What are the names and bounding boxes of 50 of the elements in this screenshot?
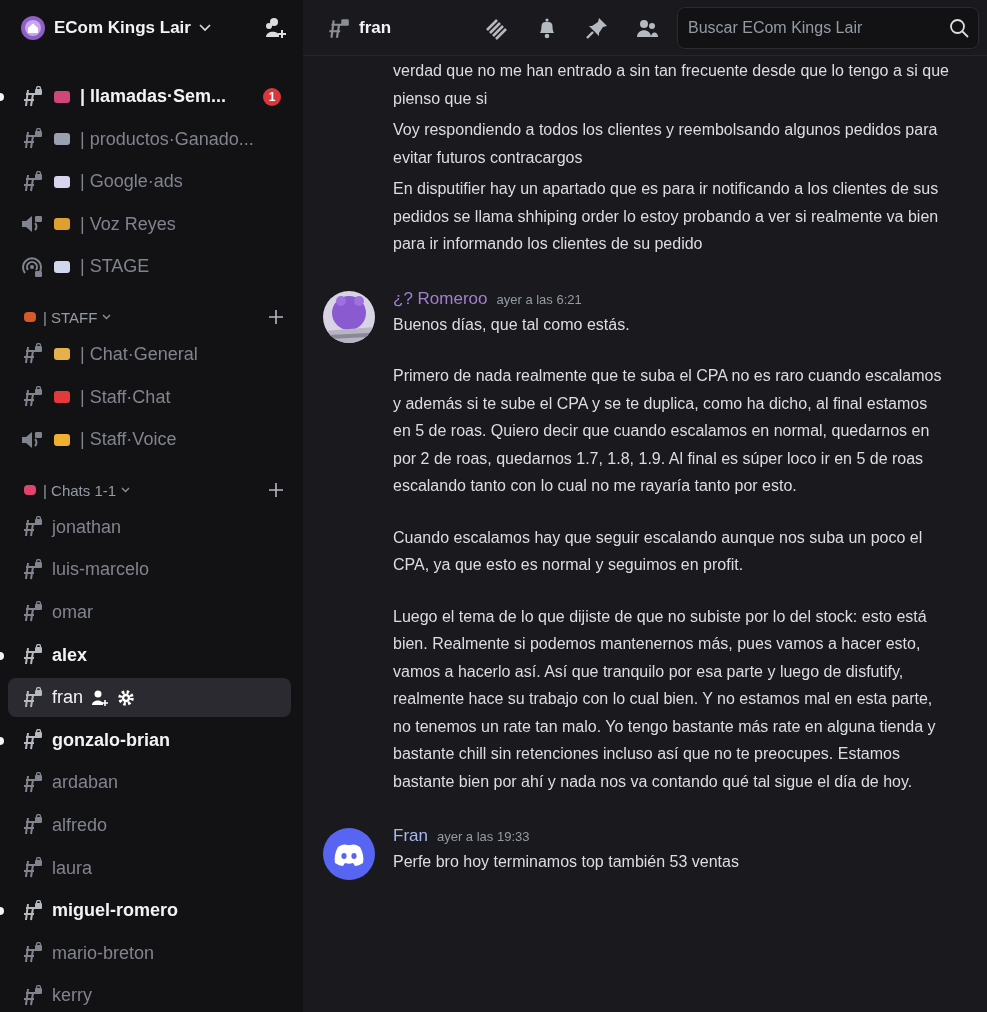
chevron-icon[interactable] [102, 314, 112, 321]
timestamp: ayer a las 6:21 [496, 290, 582, 309]
channel-item[interactable]: | STAGE [8, 247, 291, 287]
channel-item[interactable]: | Google·ads [8, 162, 291, 202]
channel-item[interactable]: kerry [8, 976, 291, 1012]
channel-item[interactable]: | llamadas·Sem... 1 [8, 77, 291, 116]
message-text: Primero de nada realmente que te suba el CPA no es raro cuando escalamos y además si te sube el CPA y se te duplica, como ha dicho, al final estamos en 5 de roas. Quiero decir que cuando escalamos en normal, quedarnos en por 2 de roas, quedarnos 1.7, 1.8, 1.9. Al final es súper loco ir en 5 de roas escalando tanto con lo cual no me rayaría tanto por esto. [393, 366, 943, 496]
search-icon [949, 17, 969, 38]
search-field[interactable]: Buscar ECom Kings Lair [677, 6, 979, 49]
channel-item[interactable]: miguel-romero [8, 891, 291, 931]
channel-item[interactable]: alfredo [8, 805, 291, 845]
author-name[interactable]: ¿? Romeroo [393, 287, 488, 310]
timestamp: ayer a las 19:33 [436, 828, 530, 846]
channel-item[interactable]: | Staff·Chat [8, 377, 291, 417]
channel-item[interactable]: | Voz Reyes [8, 204, 291, 244]
channel-item[interactable]: | productos·Ganado... [8, 119, 291, 159]
message-text: Buenos días, que tal como estás. [393, 314, 631, 335]
settings-icon[interactable] [117, 688, 136, 707]
server-name[interactable]: ECom Kings Lair [54, 18, 191, 38]
stage-icon [20, 255, 44, 278]
channel-item[interactable]: laura [8, 848, 291, 888]
channel-item[interactable]: alex [8, 635, 291, 675]
message-text: En disputifier hay un apartado que es para ir notificando a los clientes de sus pedidos se llama shhiping order lo estoy probando a ver si realmente va bien para ir informando los clientes de su pedido [393, 179, 940, 254]
add-member-icon[interactable] [263, 17, 287, 39]
add-channel-icon[interactable] [269, 483, 283, 498]
message-text: verdad que no me han entrado a sin tan frecuente desde que lo tengo a si que pienso que si [393, 61, 949, 109]
channel-item[interactable]: ardaban [8, 763, 291, 803]
channel-item[interactable]: | Chat·General [8, 334, 291, 374]
channel-item[interactable]: | Staff·Voice [8, 420, 291, 460]
channel-item[interactable]: omar [8, 592, 291, 632]
channel-item[interactable]: mario-breton [8, 933, 291, 973]
category-name[interactable]: | Chats 1-1 [43, 481, 117, 499]
pin-icon[interactable] [585, 15, 610, 40]
channel-item[interactable]: fran [8, 678, 291, 718]
chevron-icon[interactable] [121, 487, 131, 494]
channel-title: fran [359, 17, 392, 38]
server-icon[interactable] [20, 15, 46, 41]
discord-logo-avatar[interactable] [323, 828, 375, 880]
add-channel-icon[interactable] [269, 310, 283, 325]
message-text: Cuando escalamos hay que seguir escalando aunque nos suba un poco el CPA, ya que esto es normal y seguimos en profit. [393, 527, 924, 575]
message-text: Perfe bro hoy terminamos top también 53 ventas [393, 852, 740, 872]
channel-item[interactable]: gonzalo-brian [8, 720, 291, 760]
author-name[interactable]: Fran [393, 825, 428, 847]
add-member-icon[interactable] [91, 689, 110, 706]
channel-item[interactable]: luis-marcelo [8, 550, 291, 590]
channel-item[interactable]: jonathan [8, 507, 291, 547]
message-text: Voy respondiendo a todos los clientes y reembolsando algunos pedidos para evitar futuros contracargos [393, 120, 939, 168]
mention-badge: 1 [263, 87, 281, 106]
message-text: Luego el tema de lo que dijiste de que no subiste por lo del stock: esto está bien. Realmente si podemos mantenernos más, pues vamos a hacer esto, vamos a hacerlo así. Así que tranquilo por esa parte y luego de disfutify, realmente hace su trabajo con lo cual bien. Y no estamos mal en esta parte, no tenemos un rate tan malo. Yo tengo bastante más rate en alguna tienda y bastante chill sin retenciones incluso así que no te preocupes. Estamos bastante bien por ahí y nada nos va contando qué tal sigue el día de hoy. [393, 606, 937, 792]
category-name[interactable]: | STAFF [43, 308, 98, 326]
